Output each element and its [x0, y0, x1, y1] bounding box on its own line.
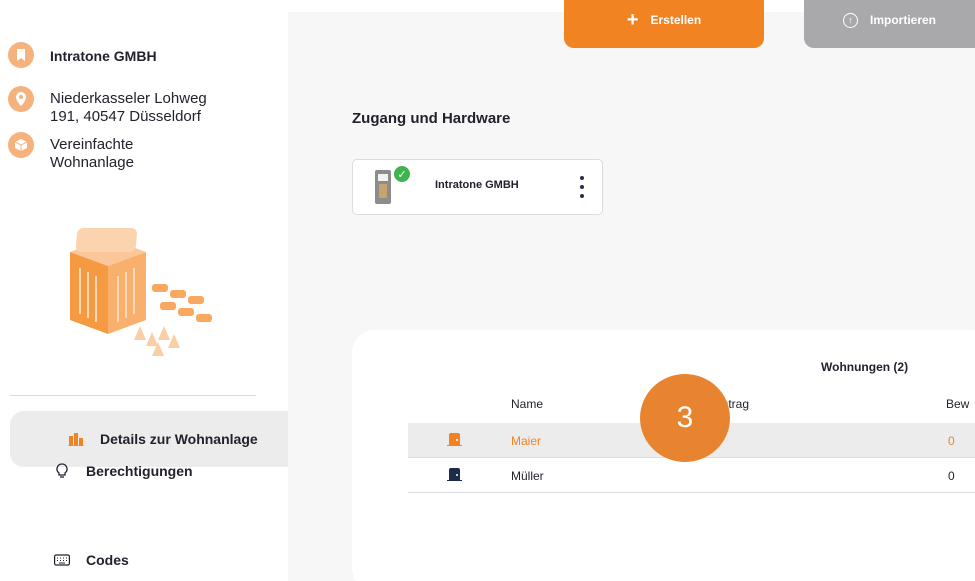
address-row: Niederkasseler Lohweg 191, 40547 Düsseld… — [8, 86, 207, 126]
create-button-label: Erstellen — [650, 13, 702, 27]
nav-label-permissions: Berechtigungen — [86, 463, 193, 479]
intercom-device-icon — [375, 170, 391, 204]
unit-name[interactable]: Müller — [511, 469, 544, 483]
step-badge: 3 — [640, 374, 730, 462]
column-header-name[interactable]: Name — [511, 397, 543, 411]
table-row[interactable]: Müller 0 — [408, 458, 975, 493]
create-button[interactable]: + Erstellen — [564, 0, 764, 48]
keyboard-icon — [52, 550, 72, 570]
sidebar-divider — [10, 395, 256, 396]
lightbulb-icon — [52, 461, 72, 481]
type-text: Vereinfachte Wohnanlage — [50, 136, 134, 172]
address-line-1: Niederkasseler Lohweg — [50, 90, 207, 107]
building-illustration — [70, 228, 212, 356]
units-title: Wohnungen (2) — [821, 360, 909, 374]
unit-residents: 0 — [948, 469, 955, 483]
check-icon: ✓ — [394, 166, 410, 182]
nav-item-codes[interactable]: Codes — [10, 532, 310, 581]
type-line-1: Vereinfachte — [50, 136, 134, 153]
cube-icon — [8, 132, 34, 158]
type-row: Vereinfachte Wohnanlage — [8, 132, 134, 172]
address-text: Niederkasseler Lohweg 191, 40547 Düsseld… — [50, 90, 207, 126]
sidebar: Intratone GMBH Niederkasseler Lohweg 191… — [0, 0, 310, 581]
upload-icon: ↑ — [842, 12, 858, 28]
door-icon — [447, 433, 462, 446]
nav-label-codes: Codes — [86, 552, 129, 568]
import-button-label: Importieren — [869, 13, 936, 27]
more-options-icon[interactable] — [579, 176, 585, 198]
hardware-name: Intratone GMBH — [435, 179, 519, 191]
door-icon — [447, 468, 462, 481]
nav-item-permissions[interactable]: Berechtigungen — [10, 443, 310, 499]
company-name: Intratone GMBH — [50, 48, 157, 64]
column-header-residents[interactable]: Bew — [946, 397, 969, 411]
unit-residents: 0 — [948, 434, 955, 448]
hardware-card[interactable]: ✓ Intratone GMBH — [352, 159, 603, 215]
plus-icon: + — [626, 9, 639, 31]
address-line-2: 191, 40547 Düsseldorf — [50, 108, 201, 125]
type-line-2: Wohnanlage — [50, 154, 134, 171]
unit-name[interactable]: Maier — [511, 434, 541, 448]
location-pin-icon — [8, 86, 34, 112]
access-hardware-title: Zugang und Hardware — [352, 110, 511, 127]
bookmark-icon — [8, 42, 34, 68]
import-button[interactable]: ↑ Importieren — [804, 0, 975, 48]
company-row: Intratone GMBH — [8, 42, 157, 68]
